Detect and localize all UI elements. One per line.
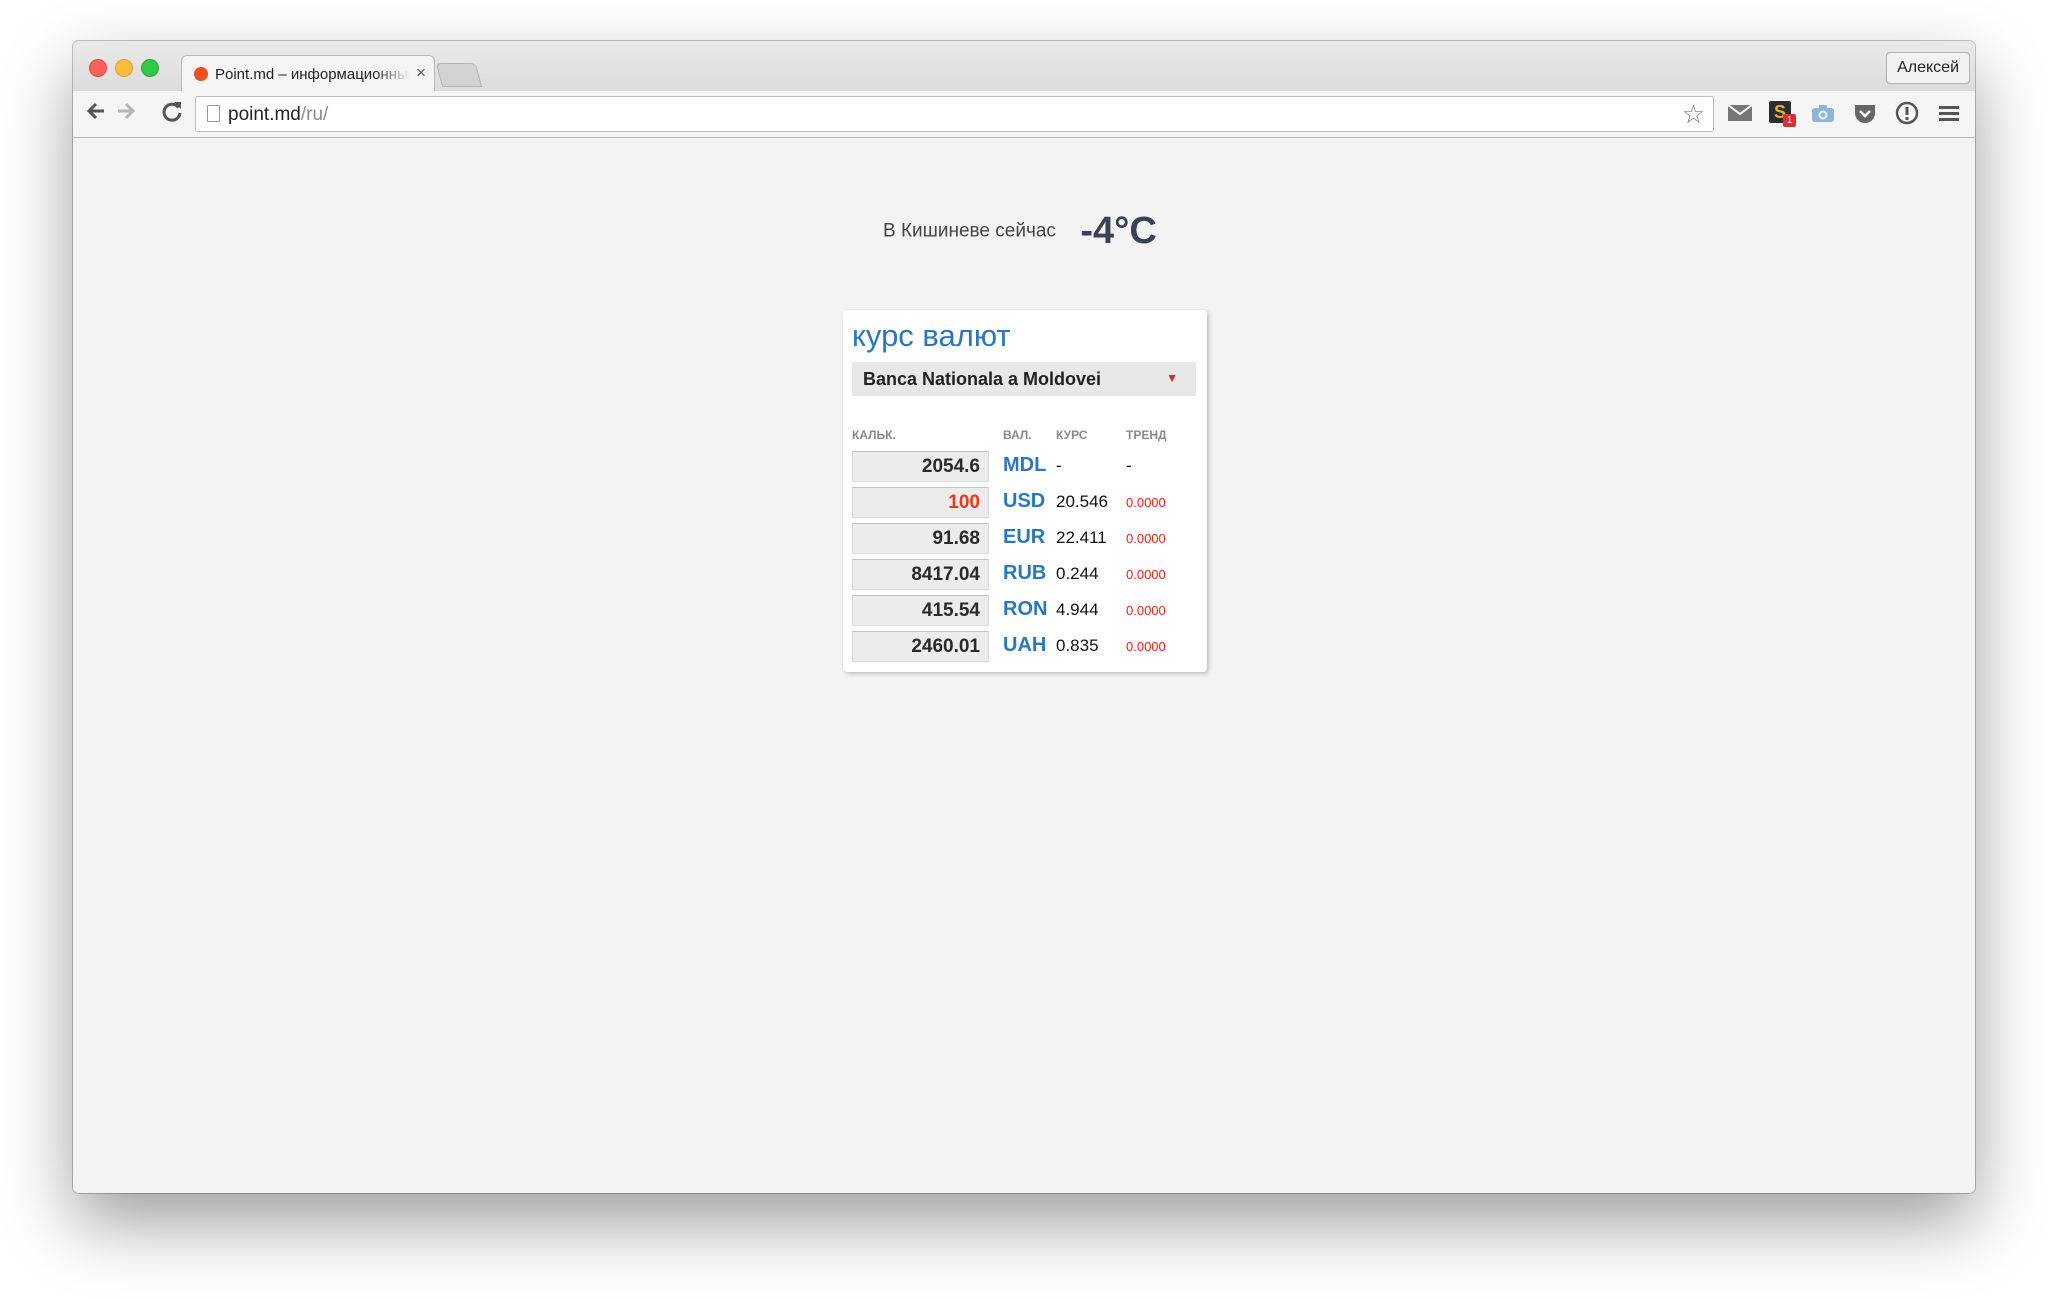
dropdown-arrow-icon: ▼ [1166, 371, 1178, 385]
window-maximize-button[interactable] [141, 59, 159, 77]
currency-row: RUB 0.244 0.0000 [843, 559, 1207, 591]
rate-value: 22.411 [1056, 528, 1107, 547]
weather-line: В Кишиневе сейчас -4°C [883, 210, 1157, 253]
weather-temperature: -4°C [1080, 210, 1157, 252]
currency-code-link[interactable]: RUB [1003, 562, 1046, 585]
url-path: /ru/ [300, 104, 329, 125]
column-header-rate: КУРС [1056, 428, 1088, 442]
new-tab-button[interactable] [435, 63, 483, 87]
extension-badge: 1 [1783, 114, 1796, 127]
menu-icon[interactable] [1937, 101, 1961, 125]
trend-value: 0.0000 [1126, 639, 1166, 654]
reload-icon[interactable] [160, 99, 184, 129]
bank-name: Banca Nationala a Moldovei [863, 369, 1102, 389]
calc-input[interactable] [852, 559, 989, 590]
currency-row: EUR 22.411 0.0000 [843, 523, 1207, 555]
trend-value: 0.0000 [1126, 531, 1166, 546]
page-content: В Кишиневе сейчас -4°C курс валют Banca … [73, 138, 1975, 1193]
currency-row: USD 20.546 0.0000 [843, 487, 1207, 519]
mail-icon[interactable] [1727, 101, 1753, 125]
rate-value: 0.244 [1056, 564, 1099, 583]
calc-input[interactable] [852, 451, 989, 482]
s-extension-icon[interactable]: S 1 [1769, 101, 1796, 127]
trend-value: 0.0000 [1126, 567, 1166, 582]
profile-button[interactable]: Алексей [1886, 52, 1970, 84]
rate-value: 4.944 [1056, 600, 1099, 619]
column-header-currency: ВАЛ. [1003, 428, 1032, 442]
currency-code-link[interactable]: EUR [1003, 526, 1045, 549]
tab-bar: Point.md – информационный портал × Алекс… [73, 41, 1975, 92]
window-minimize-button[interactable] [115, 59, 133, 77]
currency-code-link[interactable]: UAH [1003, 634, 1046, 657]
page-icon [207, 105, 220, 122]
currency-code-link[interactable]: USD [1003, 490, 1045, 513]
currency-widget: курс валют Banca Nationala a Moldovei ▼ … [843, 310, 1207, 672]
currency-row: UAH 0.835 0.0000 [843, 631, 1207, 663]
trend-value: 0.0000 [1126, 495, 1166, 510]
currency-row: RON 4.944 0.0000 [843, 595, 1207, 627]
tab-title: Point.md – информационный портал [215, 66, 410, 83]
camera-icon[interactable] [1811, 101, 1835, 125]
rate-value: 0.835 [1056, 636, 1099, 655]
url-text: point.md/ru/ [228, 104, 328, 126]
calc-input[interactable] [852, 631, 989, 662]
rate-value: 20.546 [1056, 492, 1108, 511]
forward-arrow-icon[interactable] [115, 100, 137, 128]
window-close-button[interactable] [89, 59, 107, 77]
currency-row: MDL - - [843, 451, 1207, 483]
calc-input[interactable] [852, 523, 989, 554]
browser-tab[interactable]: Point.md – информационный портал × [181, 55, 435, 92]
column-header-trend: ТРЕНД [1126, 428, 1167, 442]
bank-dropdown[interactable]: Banca Nationala a Moldovei ▼ [852, 362, 1196, 396]
calc-input[interactable] [852, 487, 989, 518]
bookmark-star-icon[interactable]: ☆ [1682, 99, 1705, 130]
weather-label: В Кишиневе сейчас [883, 220, 1056, 242]
info-icon[interactable] [1895, 101, 1919, 125]
widget-title: курс валют [852, 318, 1011, 353]
back-arrow-icon[interactable] [85, 100, 107, 128]
pocket-icon[interactable] [1853, 101, 1877, 125]
tab-close-icon[interactable]: × [416, 63, 426, 83]
trend-value: - [1126, 456, 1132, 475]
url-domain: point.md [228, 104, 301, 125]
currency-code-link[interactable]: MDL [1003, 454, 1046, 477]
trend-value: 0.0000 [1126, 603, 1166, 618]
column-header-calc: КАЛЬК. [852, 428, 896, 442]
browser-window: Point.md – информационный портал × Алекс… [73, 41, 1975, 1193]
address-bar[interactable]: point.md/ru/ ☆ [195, 96, 1714, 132]
rate-value: - [1056, 456, 1062, 475]
calc-input[interactable] [852, 595, 989, 626]
favicon-icon [194, 67, 208, 81]
browser-toolbar: point.md/ru/ ☆ S 1 [73, 91, 1975, 138]
currency-code-link[interactable]: RON [1003, 598, 1047, 621]
